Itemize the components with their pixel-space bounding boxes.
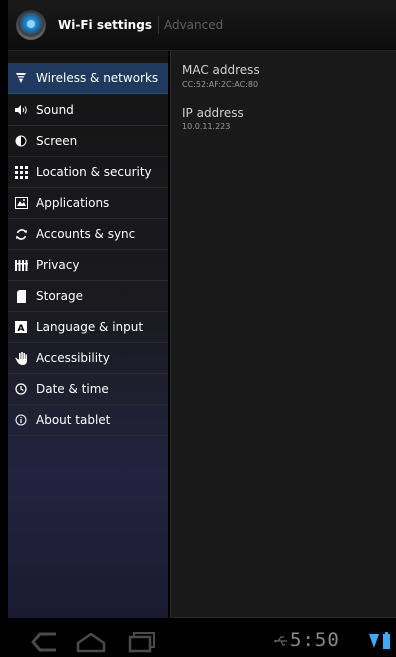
svg-text:A: A [18,324,25,333]
action-bar: Wi-Fi settings Advanced [8,0,396,51]
info-icon [14,413,28,427]
menu-item-wireless-networks[interactable]: Wireless & networks [8,63,168,94]
ip-address-label: IP address [182,106,244,120]
usb-icon [274,636,287,646]
battery-icon [383,632,390,649]
menu-item-about-tablet[interactable]: About tablet [8,405,168,436]
menu-item-accounts-sync[interactable]: Accounts & sync [8,219,168,250]
menu-item-privacy[interactable]: Privacy [8,250,168,281]
advanced-tab[interactable]: Advanced [159,16,223,34]
mac-address-value: CC:52:AF:2C:AC:80 [182,80,259,89]
home-icon[interactable] [74,630,108,654]
settings-app-icon[interactable] [16,10,46,40]
system-bar: 5:50 [8,626,396,657]
clock[interactable]: 5:50 [290,629,340,651]
menu-item-language-input[interactable]: A Language & input [8,312,168,343]
wifi-icon [14,71,28,85]
hand-icon [14,351,28,365]
menu-label: About tablet [36,413,111,427]
settings-menu: Wireless & networks Sound Screen Locatio… [8,51,168,618]
menu-label: Accounts & sync [36,227,136,241]
clock-icon [14,382,28,396]
menu-item-storage[interactable]: Storage [8,281,168,312]
menu-item-applications[interactable]: Applications [8,188,168,219]
mac-address-label: MAC address [182,63,260,77]
menu-item-sound[interactable]: Sound [8,95,168,126]
menu-item-date-time[interactable]: Date & time [8,374,168,405]
menu-label: Accessibility [36,351,110,365]
speaker-icon [14,103,28,117]
menu-label: Storage [36,289,83,303]
recent-apps-icon[interactable] [122,630,156,654]
sync-icon [14,227,28,241]
menu-label: Wireless & networks [36,71,159,85]
wifi-signal-icon [369,634,379,648]
menu-label: Screen [36,134,78,148]
menu-label: Privacy [36,258,80,272]
menu-label: Language & input [36,320,144,334]
menu-label: Sound [36,103,74,117]
menu-item-screen[interactable]: Screen [8,126,168,157]
storage-icon [14,289,28,303]
location-grid-icon [14,165,28,179]
action-bar-title: Wi-Fi settings [58,16,159,34]
keyboard-a-icon: A [14,320,28,334]
menu-item-accessibility[interactable]: Accessibility [8,343,168,374]
advanced-details-panel: MAC address CC:52:AF:2C:AC:80 IP address… [170,51,396,618]
applications-icon [14,196,28,210]
back-icon[interactable] [30,630,64,654]
privacy-icon [14,258,28,272]
menu-label: Date & time [36,382,109,396]
screen: Wi-Fi settings Advanced Wireless & netwo… [8,0,396,657]
menu-label: Applications [36,196,110,210]
menu-item-location-security[interactable]: Location & security [8,157,168,188]
menu-label: Location & security [36,165,152,179]
brightness-icon [14,134,28,148]
ip-address-value: 10.0.11.223 [182,122,231,131]
